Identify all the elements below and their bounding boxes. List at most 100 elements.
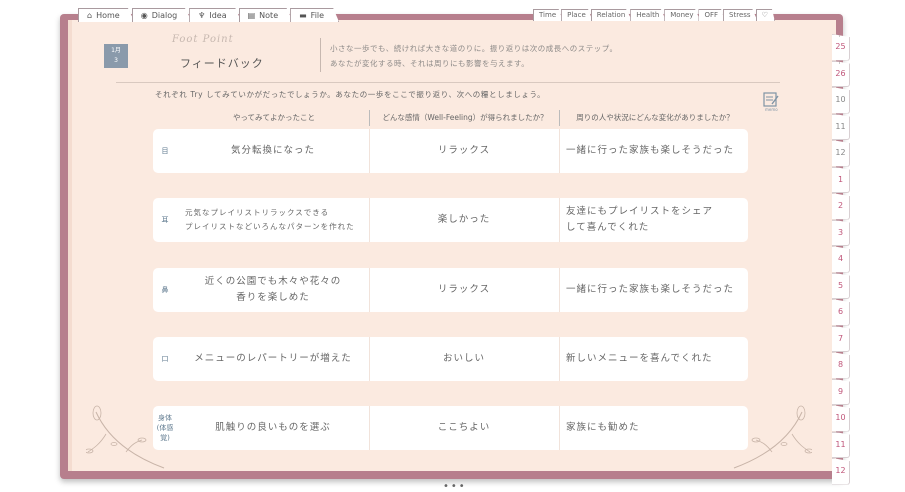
cell-divider bbox=[559, 129, 560, 173]
did-cell[interactable]: 肌触りの良いものを選ぶ bbox=[177, 406, 369, 450]
column-header-feeling: どんな感情（Well-Feeling）が得られましたか？ bbox=[382, 113, 548, 122]
quote-line: 小さな一歩でも、続ければ大きな道のりに。振り返りは次の成長へのステップ。 bbox=[330, 44, 618, 53]
memo-icon[interactable]: memo bbox=[762, 92, 780, 112]
month-tab[interactable]: 6 bbox=[832, 299, 850, 326]
month-tab[interactable]: 1 bbox=[832, 166, 850, 193]
month-tab[interactable]: 10 bbox=[832, 87, 850, 114]
month-tab-label: 12 bbox=[835, 466, 846, 475]
month-tab[interactable]: 7 bbox=[832, 325, 850, 352]
page-title: フィードバック bbox=[180, 57, 264, 70]
year-marker: Y bbox=[838, 33, 842, 39]
top-tab-bar: ⌂ Home ◉ Dialog ♆ Idea ▤ Note ▬ File bbox=[78, 8, 340, 22]
change-cell[interactable]: 友達にもプレイリストをシェア して喜んでくれた bbox=[566, 198, 748, 242]
column-header-did: やってみてよかったこと bbox=[232, 113, 316, 122]
table-row: 耳元気なプレイリストリラックスできる プレイリストなどいろんなパターンを作れた楽… bbox=[153, 198, 748, 242]
month-tab-label: 2 bbox=[837, 201, 844, 210]
flower-decoration-right bbox=[733, 405, 812, 469]
month-tab[interactable]: 4 bbox=[832, 246, 850, 273]
tab-off[interactable]: OFF bbox=[698, 9, 726, 21]
month-tab[interactable]: 12 bbox=[832, 140, 850, 167]
dialog-icon: ◉ bbox=[140, 11, 148, 20]
category-tab-bar: Time Place Relation Health Money OFF Str… bbox=[533, 9, 775, 21]
did-cell[interactable]: 近くの公園でも木々や花々の 香りを楽しめた bbox=[177, 268, 369, 312]
file-icon: ▬ bbox=[299, 11, 307, 20]
did-cell[interactable]: メニューのレパートリーが増えた bbox=[177, 337, 369, 381]
tab-dialog[interactable]: ◉ Dialog bbox=[131, 8, 193, 22]
tab-note[interactable]: ▤ Note bbox=[238, 8, 294, 22]
month-tab[interactable]: 12 bbox=[832, 458, 850, 485]
month-tab[interactable]: 26 Y bbox=[832, 60, 850, 87]
month-tab[interactable]: 10 bbox=[832, 405, 850, 432]
tab-label: File bbox=[310, 11, 325, 20]
month-tab-label: 5 bbox=[837, 280, 844, 290]
month-tab-label: 1 bbox=[837, 174, 844, 184]
date-badge: 1月 3 bbox=[104, 44, 128, 68]
tab-place[interactable]: Place bbox=[561, 9, 593, 21]
notebook-page bbox=[72, 20, 836, 471]
month-tab-label: 3 bbox=[837, 227, 844, 237]
page-indicator-dots[interactable]: ••• bbox=[443, 481, 467, 492]
month-tab[interactable]: 9 bbox=[832, 378, 850, 405]
column-header-change: 周りの人や状況にどんな変化がありましたか？ bbox=[576, 113, 734, 122]
cell-divider bbox=[559, 406, 560, 450]
month-tab-label: 11 bbox=[835, 439, 846, 449]
month-tab-label: 10 bbox=[835, 95, 846, 104]
month-tab-label: 8 bbox=[837, 360, 844, 369]
tab-relation[interactable]: Relation bbox=[590, 9, 633, 21]
change-cell[interactable]: 家族にも勧めた bbox=[566, 406, 748, 450]
month-tab-label: 9 bbox=[837, 386, 844, 396]
date-month: 1月 bbox=[111, 47, 121, 54]
sense-label: 耳 bbox=[161, 216, 169, 224]
note-icon: ▤ bbox=[247, 11, 256, 20]
cell-divider bbox=[559, 337, 560, 381]
idea-icon: ♆ bbox=[198, 11, 206, 20]
sense-label: 目 bbox=[161, 147, 169, 155]
script-title: Foot Point bbox=[172, 34, 234, 45]
table-row: 身体 (体感覚) 肌触りの良いものを選ぶ ここちよい 家族にも勧めた bbox=[153, 406, 748, 450]
home-icon: ⌂ bbox=[87, 11, 93, 20]
month-tab-label: 12 bbox=[835, 148, 846, 157]
month-tab[interactable]: 25 Y bbox=[832, 34, 850, 61]
header-rule bbox=[116, 82, 780, 83]
month-tab-label: 10 bbox=[835, 413, 846, 422]
month-tab[interactable]: 5 bbox=[832, 272, 850, 299]
heart-icon[interactable]: ♡ bbox=[755, 9, 775, 21]
tab-label: Home bbox=[96, 11, 120, 20]
table-row: 口メニューのレパートリーが増えた おいしい 新しいメニューを喜んでくれた bbox=[153, 337, 748, 381]
header-quote: 小さな一歩でも、続ければ大きな道のりに。振り返りは次の成長へのステップ。 あなた… bbox=[330, 41, 618, 71]
did-cell[interactable]: 元気なプレイリストリラックスできる プレイリストなどいろんなパターンを作れた bbox=[177, 198, 369, 242]
did-cell[interactable]: 気分転換になった bbox=[177, 129, 369, 173]
month-tab[interactable]: 11 bbox=[832, 113, 850, 140]
change-cell[interactable]: 一緒に行った家族も楽しそうだった bbox=[566, 268, 748, 312]
month-tab-label: 11 bbox=[835, 121, 846, 131]
tab-money[interactable]: Money bbox=[664, 9, 701, 21]
table-row: 目気分転換になった リラックス 一緒に行った家族も楽しそうだった bbox=[153, 129, 748, 173]
tab-stress[interactable]: Stress bbox=[723, 9, 758, 21]
month-tab[interactable]: 11 bbox=[832, 431, 850, 458]
cell-divider bbox=[559, 198, 560, 242]
cell-divider bbox=[559, 268, 560, 312]
change-cell[interactable]: 一緒に行った家族も楽しそうだった bbox=[566, 129, 748, 173]
month-tab[interactable]: 2 bbox=[832, 193, 850, 220]
month-tab-label: 7 bbox=[837, 333, 844, 343]
month-tab[interactable]: 8 bbox=[832, 352, 850, 379]
flower-decoration-left bbox=[86, 405, 165, 469]
tab-file[interactable]: ▬ File bbox=[290, 8, 340, 22]
month-tab-label: 6 bbox=[837, 307, 844, 316]
month-tab-label: 26 bbox=[835, 68, 846, 78]
change-cell[interactable]: 新しいメニューを喜んでくれた bbox=[566, 337, 748, 381]
sense-label: 鼻 bbox=[161, 286, 169, 294]
tab-health[interactable]: Health bbox=[630, 9, 667, 21]
feeling-cell[interactable]: おいしい bbox=[370, 337, 558, 381]
tab-idea[interactable]: ♆ Idea bbox=[189, 8, 242, 22]
feeling-cell[interactable]: リラックス bbox=[370, 268, 558, 312]
feeling-cell[interactable]: ここちよい bbox=[370, 406, 558, 450]
feeling-cell[interactable]: 楽しかった bbox=[370, 198, 558, 242]
header-divider bbox=[320, 38, 321, 72]
tab-time[interactable]: Time bbox=[533, 9, 564, 21]
feeling-cell[interactable]: リラックス bbox=[370, 129, 558, 173]
tab-home[interactable]: ⌂ Home bbox=[78, 8, 135, 22]
table-row: 鼻近くの公園でも木々や花々の 香りを楽しめた リラックス 一緒に行った家族も楽しそう… bbox=[153, 268, 748, 312]
month-tab-label: 25 bbox=[835, 42, 846, 51]
month-tab[interactable]: 3 bbox=[832, 219, 850, 246]
